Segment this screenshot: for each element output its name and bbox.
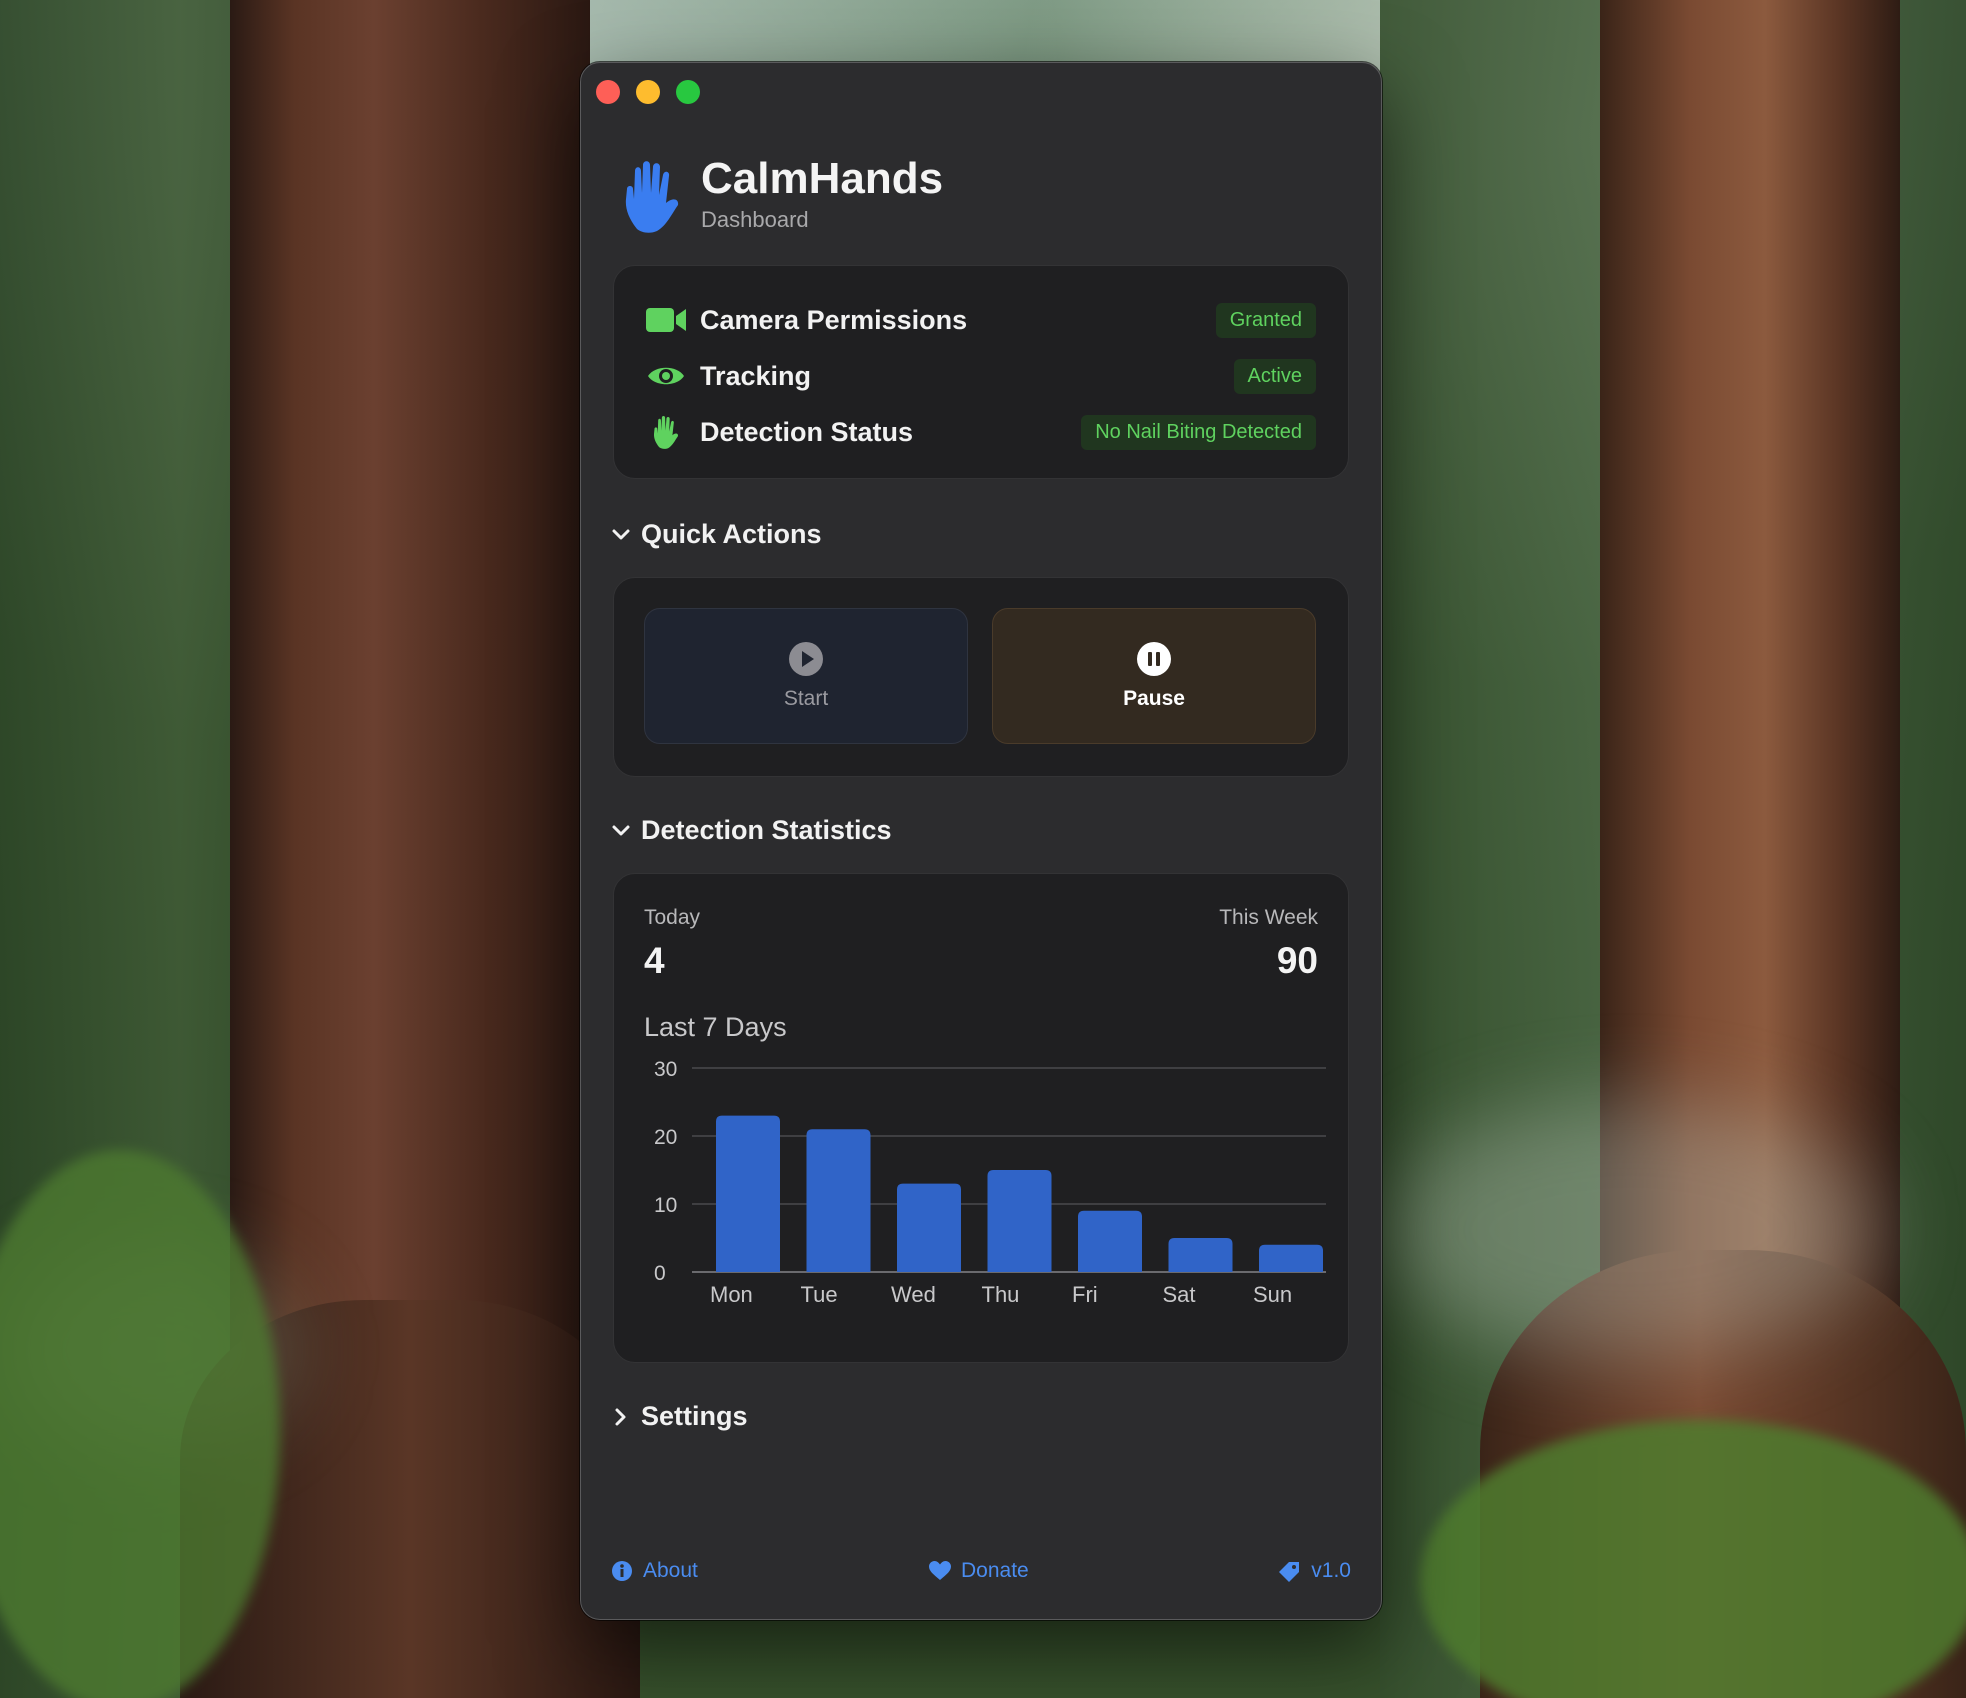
x-tick-label: Tue <box>801 1282 838 1307</box>
video-camera-icon <box>646 302 686 338</box>
y-tick-label: 10 <box>654 1194 677 1217</box>
x-tick-label: Fri <box>1072 1282 1098 1307</box>
start-button[interactable]: Start <box>644 608 968 744</box>
minimize-window-button[interactable] <box>636 80 660 104</box>
status-label: Detection Status <box>700 416 914 447</box>
bar <box>806 1129 871 1272</box>
week-value: 90 <box>1276 940 1318 981</box>
x-tick-label: Mon <box>710 1282 753 1307</box>
footer: About Donate v1.0 <box>611 1559 1351 1591</box>
y-tick-label: 30 <box>654 1058 677 1081</box>
hand-logo-icon <box>625 161 679 233</box>
donate-label: Donate <box>961 1559 1029 1582</box>
status-row-tracking: Tracking Active <box>646 356 1316 396</box>
status-row-detection: Detection Status No Nail Biting Detected <box>646 412 1316 452</box>
about-link[interactable]: About <box>611 1559 698 1583</box>
quick-actions-header[interactable]: Quick Actions <box>611 519 822 550</box>
app-title: CalmHands <box>701 154 944 203</box>
week-label: This Week <box>1219 906 1318 929</box>
settings-header[interactable]: Settings <box>611 1401 748 1432</box>
pause-circle-icon <box>1137 642 1171 676</box>
quick-actions-card: Start Pause <box>613 577 1349 777</box>
bar <box>716 1115 780 1272</box>
bar-chart: 0 10 20 30 Mon Tue Wed Thu Fri Sat Sun <box>654 1058 1326 1307</box>
y-tick-label: 0 <box>654 1262 666 1285</box>
start-label: Start <box>783 687 829 710</box>
app-header: CalmHands Dashboard <box>623 153 943 233</box>
bar <box>1259 1244 1323 1272</box>
close-window-button[interactable] <box>596 80 620 104</box>
status-row-camera: Camera Permissions Granted <box>646 300 1316 340</box>
pause-label: Pause <box>1123 687 1185 710</box>
about-label: About <box>643 1559 698 1582</box>
heart-icon <box>929 1561 951 1580</box>
hand-icon <box>646 414 686 450</box>
section-title: Settings <box>641 1401 748 1431</box>
today-label: Today <box>644 906 701 929</box>
detection-statistics-header[interactable]: Detection Statistics <box>611 815 892 846</box>
status-label: Camera Permissions <box>700 304 968 335</box>
app-window: CalmHands Dashboard Camera Permissions G… <box>580 62 1382 1620</box>
chevron-down-icon <box>612 825 630 835</box>
status-badge: No Nail Biting Detected <box>1081 414 1316 450</box>
pause-button[interactable]: Pause <box>992 608 1316 744</box>
x-tick-label: Sat <box>1163 1282 1196 1307</box>
status-label: Tracking <box>700 360 812 391</box>
bar <box>1168 1238 1233 1272</box>
tag-icon <box>1279 1562 1300 1582</box>
chevron-right-icon <box>615 1408 626 1425</box>
x-tick-label: Sun <box>1253 1282 1292 1307</box>
section-title: Quick Actions <box>641 519 822 549</box>
bar <box>987 1170 1052 1272</box>
chart-title: Last 7 Days <box>644 1012 787 1042</box>
donate-link[interactable]: Donate <box>929 1559 1029 1583</box>
status-badge: Granted <box>1215 302 1316 338</box>
app-subtitle: Dashboard <box>701 207 809 232</box>
today-value: 4 <box>644 940 665 981</box>
zoom-window-button[interactable] <box>676 80 700 104</box>
window-controls <box>596 80 700 104</box>
info-icon <box>612 1561 632 1581</box>
status-badge: Active <box>1233 358 1316 394</box>
x-tick-label: Wed <box>891 1282 936 1307</box>
y-tick-label: 20 <box>654 1126 677 1149</box>
play-circle-icon <box>789 642 823 676</box>
version-label: v1.0 <box>1311 1559 1351 1582</box>
status-card: Camera Permissions Granted Tracking Acti… <box>613 265 1349 479</box>
bar <box>1078 1210 1142 1272</box>
chevron-down-icon <box>612 529 630 539</box>
eye-icon <box>646 358 686 394</box>
statistics-card: Today 4 This Week 90 Last 7 Days 0 10 20 30… <box>613 873 1349 1363</box>
section-title: Detection Statistics <box>641 815 892 845</box>
bar <box>897 1183 961 1272</box>
x-tick-label: Thu <box>982 1282 1020 1307</box>
version-link[interactable]: v1.0 <box>1277 1559 1351 1583</box>
